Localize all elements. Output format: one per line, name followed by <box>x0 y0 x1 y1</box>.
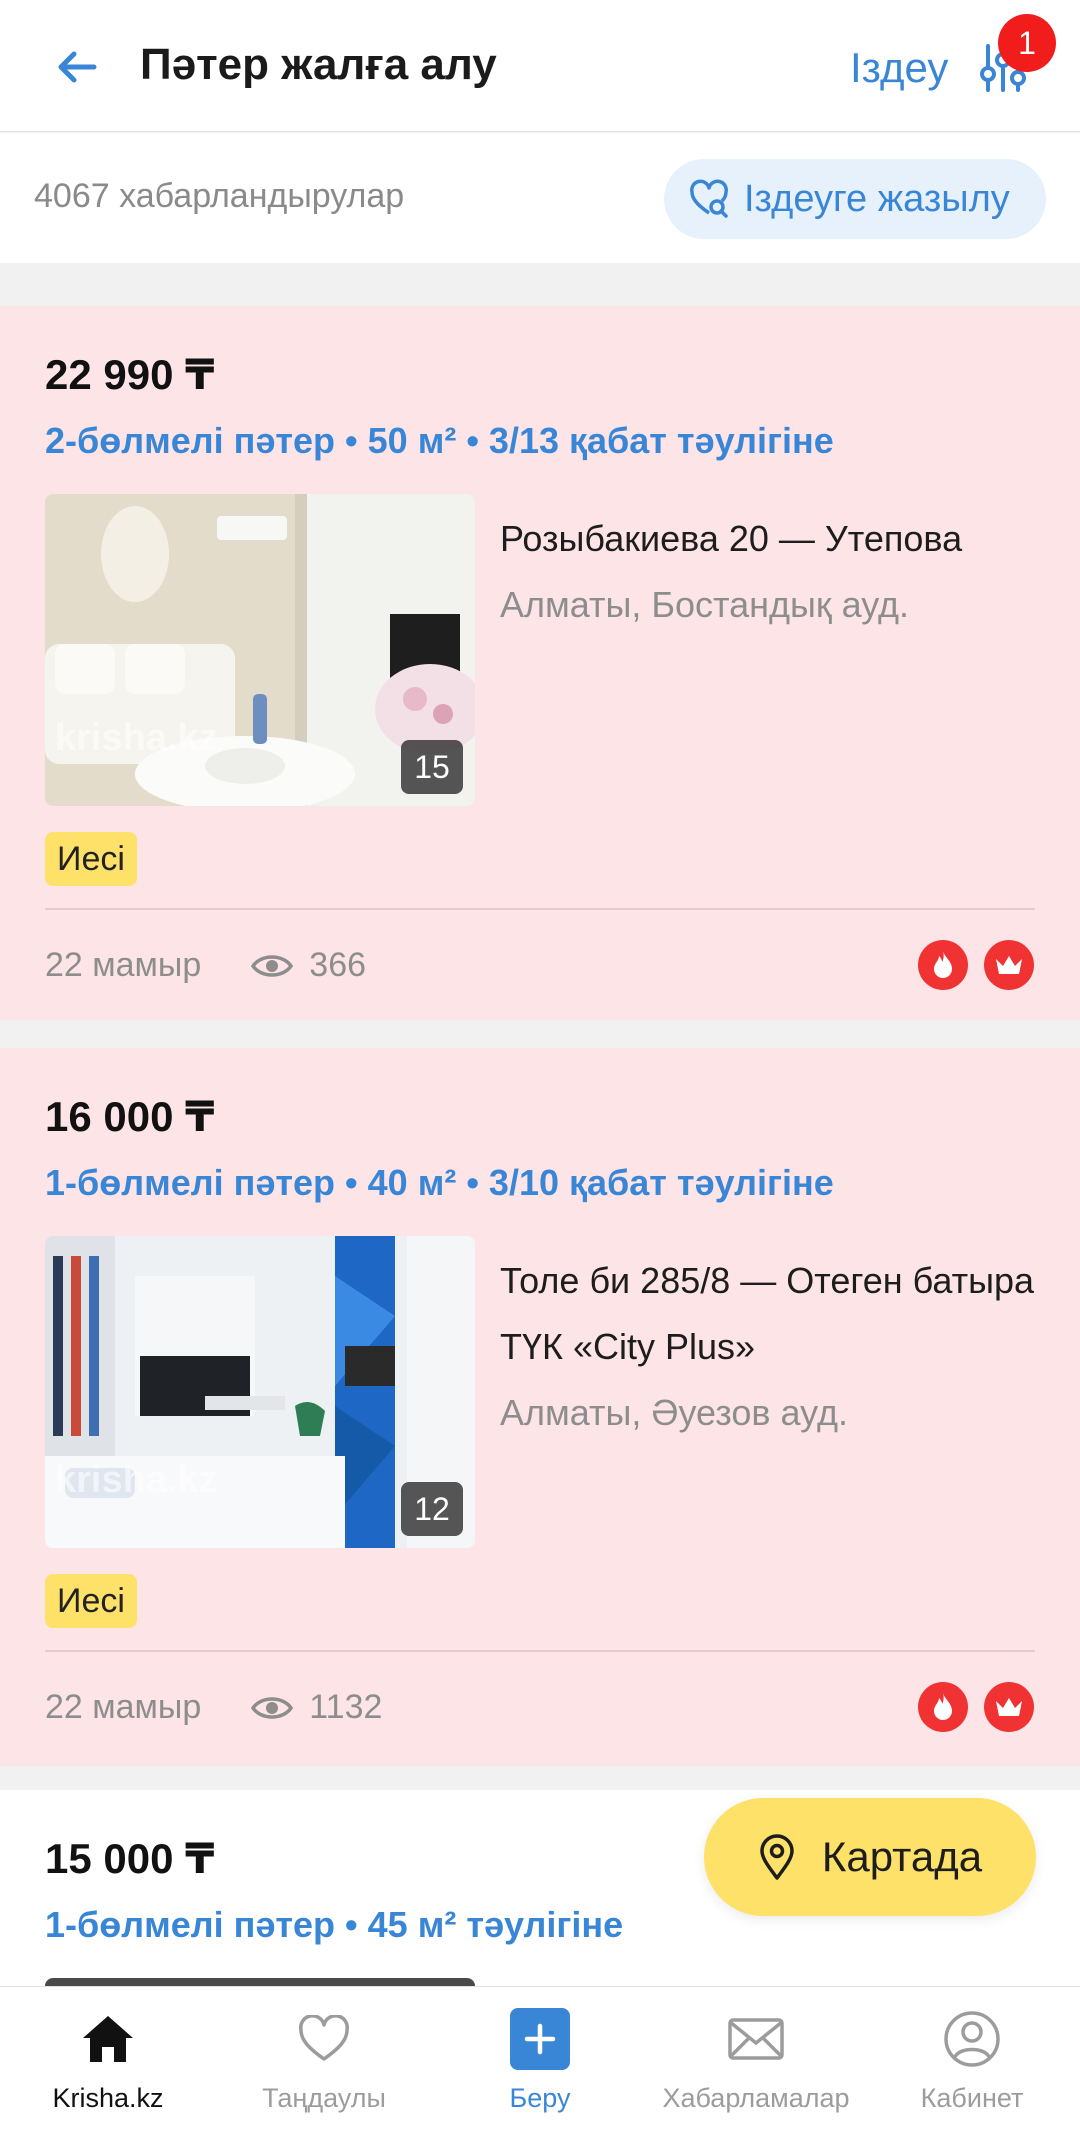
nav-favorites-label: Таңдаулы <box>262 2083 386 2113</box>
nav-messages-label: Хабарламалар <box>662 2083 850 2113</box>
nav-post-label: Беру <box>509 2083 571 2113</box>
listing-photo[interactable]: krisha.kz 15 <box>45 494 475 806</box>
filter-count-badge: 1 <box>998 14 1056 72</box>
heart-icon <box>294 2009 354 2069</box>
listing-complex: ТҮК «City Plus» <box>500 1326 756 1367</box>
listing-photo[interactable]: krisha.kz 12 <box>45 1236 475 1548</box>
listing-date: 22 мамыр <box>45 1688 202 1726</box>
crown-icon <box>984 940 1034 990</box>
card-divider <box>45 908 1035 910</box>
owner-tag: Иесі <box>45 1574 137 1628</box>
listing-price: 16 000 ₸ <box>45 1093 215 1140</box>
bottom-nav: Krisha.kz Таңдаулы Беру Хабарламалар Каб… <box>0 1986 1080 2150</box>
user-icon <box>942 2009 1002 2069</box>
listing-meta: 22 мамыр 366 <box>45 946 366 985</box>
nav-home[interactable]: Krisha.kz <box>0 2009 216 2114</box>
map-view-button[interactable]: Картада <box>704 1798 1036 1916</box>
photo-watermark: krisha.kz <box>55 1459 218 1501</box>
listing-views: 366 <box>309 946 367 984</box>
map-button-label: Картада <box>821 1833 983 1880</box>
subscribe-button[interactable]: Іздеуге жазылу <box>664 159 1046 239</box>
hot-fire-icon <box>918 940 968 990</box>
nav-post[interactable]: Беру <box>432 2008 648 2114</box>
home-icon <box>78 2009 138 2069</box>
eye-icon <box>251 1696 294 1719</box>
subscribe-label: Іздеуге жазылу <box>744 177 1010 220</box>
plus-icon <box>510 2008 570 2070</box>
promo-badges <box>918 1682 1034 1732</box>
nav-favorites[interactable]: Таңдаулы <box>216 2009 432 2114</box>
listing-address-block: Толе би 285/8 — Отеген батыра ТҮК «City … <box>500 1248 1040 1446</box>
listing-subtitle: 2-бөлмелі пәтер • 50 м² • 3/13 қабат тәу… <box>45 420 834 461</box>
results-count: 4067 хабарландырулар <box>34 177 405 215</box>
listing-district: Алматы, Әуезов ауд. <box>500 1392 848 1433</box>
listing-card[interactable]: 16 000 ₸ 1-бөлмелі пәтер • 40 м² • 3/10 … <box>0 1048 1080 1766</box>
owner-tag: Иесі <box>45 832 137 886</box>
card-divider <box>45 1650 1035 1652</box>
listing-district: Алматы, Бостандық ауд. <box>500 584 910 625</box>
nav-cabinet[interactable]: Кабинет <box>864 2009 1080 2114</box>
listing-address: Толе би 285/8 — Отеген батыра <box>500 1260 1035 1301</box>
listing-address: Розыбакиева 20 — Утепова <box>500 518 963 559</box>
search-link[interactable]: Іздеу <box>850 44 948 92</box>
location-pin-icon <box>760 1834 794 1880</box>
top-bar: Пәтер жалға алу Іздеу 1 <box>0 0 1080 132</box>
promo-badges <box>918 940 1034 990</box>
listing-address-block: Розыбакиева 20 — Утепова Алматы, Бостанд… <box>500 506 1040 638</box>
heart-search-icon <box>690 179 728 218</box>
listing-card[interactable]: 22 990 ₸ 2-бөлмелі пәтер • 50 м² • 3/13 … <box>0 306 1080 1020</box>
nav-messages[interactable]: Хабарламалар <box>648 2009 864 2114</box>
nav-cabinet-label: Кабинет <box>920 2083 1024 2113</box>
listing-views: 1132 <box>309 1688 383 1726</box>
results-bar: 4067 хабарландырулар Іздеуге жазылу <box>0 133 1080 263</box>
page-title: Пәтер жалға алу <box>140 40 497 89</box>
mail-icon <box>726 2009 786 2069</box>
crown-icon <box>984 1682 1034 1732</box>
listing-subtitle: 1-бөлмелі пәтер • 40 м² • 3/10 қабат тәу… <box>45 1162 834 1203</box>
eye-icon <box>251 954 294 977</box>
nav-home-label: Krisha.kz <box>52 2083 164 2113</box>
listing-subtitle: 1-бөлмелі пәтер • 45 м² тәулігіне <box>45 1904 624 1945</box>
back-arrow-icon[interactable] <box>50 40 104 94</box>
hot-fire-icon <box>918 1682 968 1732</box>
listing-price: 22 990 ₸ <box>45 351 215 398</box>
listing-date: 22 мамыр <box>45 946 202 984</box>
photo-count: 15 <box>401 740 463 794</box>
photo-count: 12 <box>401 1482 463 1536</box>
photo-watermark: krisha.kz <box>55 717 218 759</box>
listing-price: 15 000 ₸ <box>45 1835 215 1882</box>
listing-meta: 22 мамыр 1132 <box>45 1688 382 1727</box>
